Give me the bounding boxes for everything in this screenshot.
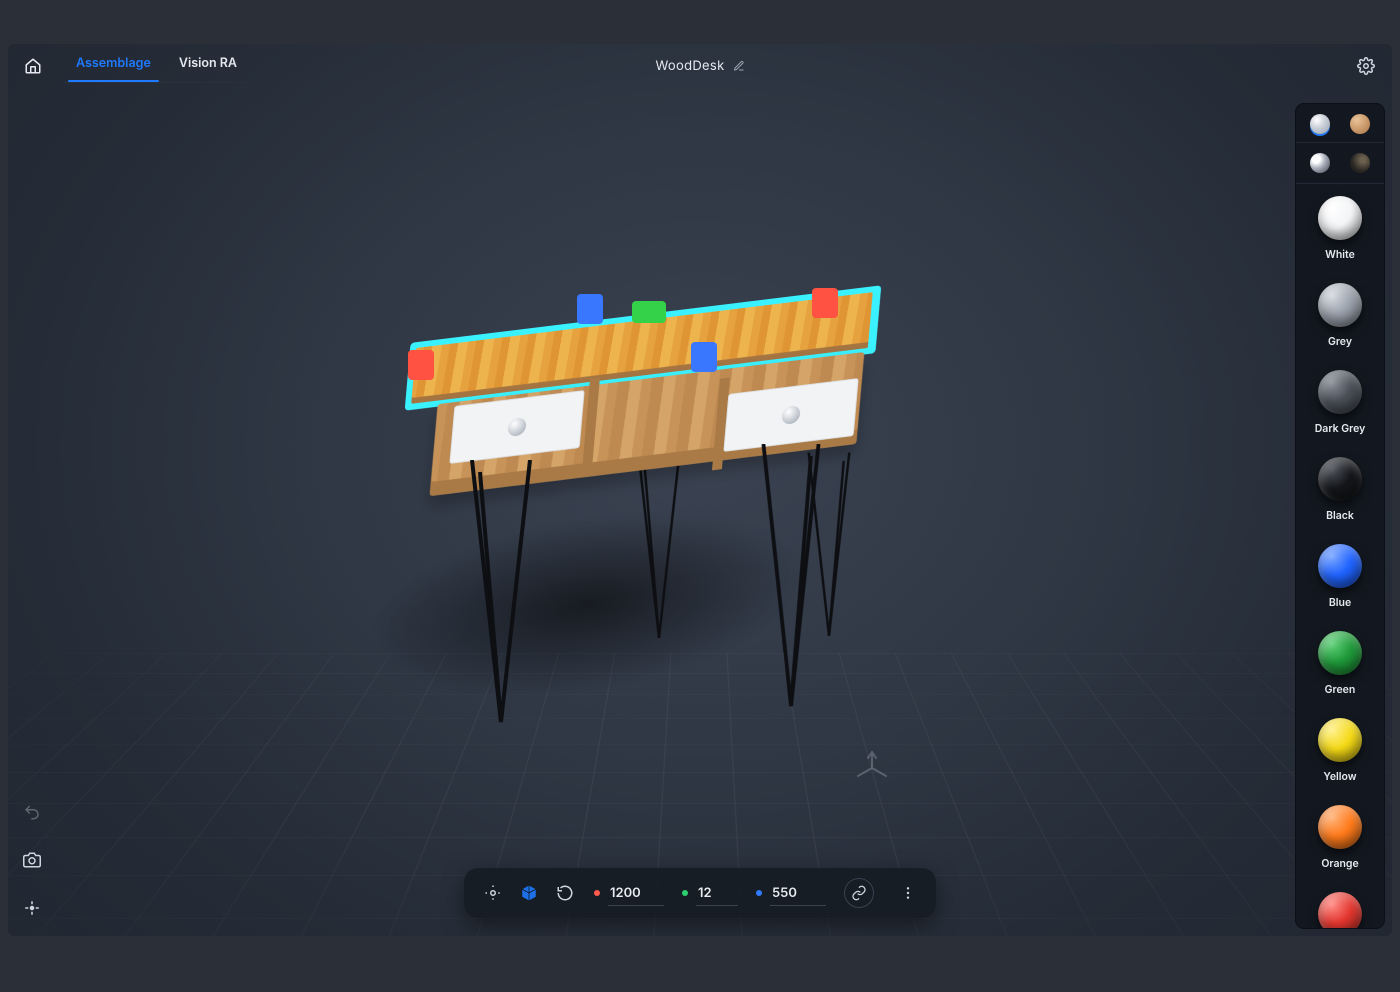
material-swatch[interactable]: Blue [1318,544,1362,609]
reset-rotation-icon [556,884,574,902]
material-swatch-label: Blue [1329,596,1351,609]
tab-assemblage[interactable]: Assemblage [62,50,165,81]
material-swatch-label: White [1325,248,1355,261]
move-mode-button[interactable] [482,882,504,904]
material-swatch-label: Yellow [1323,770,1356,783]
material-finish-tabs [1296,143,1384,184]
dimension-x-input[interactable] [608,881,664,906]
desk-drawer [449,390,584,464]
more-vert-icon [900,885,916,901]
undo-button[interactable] [18,798,46,826]
finish-tab-gloss[interactable] [1310,153,1330,173]
recenter-button[interactable] [18,894,46,922]
desk-leg [806,453,852,642]
material-swatch[interactable]: Red [1318,892,1362,928]
material-sphere-icon [1318,283,1362,327]
axis-dot-y [682,890,688,896]
desk-leg [636,455,682,644]
dimension-y-input[interactable] [696,881,738,906]
dimension-y-field [682,881,738,906]
home-icon [24,57,42,75]
transform-mode-icons [482,882,576,904]
object-desk [408,294,878,714]
selection-outline [405,285,882,410]
material-tab-wood[interactable] [1350,114,1370,134]
material-swatch-list[interactable]: White Grey Dark Grey Black Blue Green Yellow Or… [1296,184,1384,928]
material-tab-solid[interactable] [1310,114,1330,134]
material-sphere-icon [1318,457,1362,501]
gizmo-handle-y[interactable] [632,301,666,323]
left-tool-stack [18,798,46,922]
material-swatch[interactable]: Grey [1318,283,1362,348]
material-swatch[interactable]: White [1318,196,1362,261]
move-gizmo-icon [484,884,502,902]
tab-label: Assemblage [76,56,151,71]
recenter-icon [23,899,41,917]
desk-body [430,352,865,496]
link-lock-icon [851,885,867,901]
material-swatch-label: Grey [1328,335,1352,348]
material-swatch-label: Green [1325,683,1356,696]
desk-drawer [723,378,858,452]
material-swatch[interactable]: Orange [1318,805,1362,870]
link-dimensions-button[interactable] [844,878,874,908]
material-swatch-label: Black [1326,509,1354,522]
material-sphere-icon [1318,892,1362,928]
material-sphere-icon [1318,805,1362,849]
material-swatch[interactable]: Green [1318,631,1362,696]
material-sphere-icon [1318,544,1362,588]
gizmo-handle-x[interactable] [408,350,434,380]
material-swatch-label: Dark Grey [1315,422,1366,435]
tab-label: Vision RA [179,56,237,71]
gizmo-handle-z[interactable] [577,294,603,324]
material-sphere-icon [1318,370,1362,414]
mode-tabs: Assemblage Vision RA [62,49,251,83]
transform-more-button[interactable] [898,879,918,907]
material-sphere-icon [1318,631,1362,675]
material-category-tabs [1296,104,1384,143]
settings-button[interactable] [1354,54,1378,78]
app-frame: Assemblage Vision RA WoodDesk [8,44,1392,936]
finish-tab-matte[interactable] [1350,153,1370,173]
material-swatch[interactable]: Black [1318,457,1362,522]
material-sphere-icon [1318,196,1362,240]
drawer-knob [781,405,801,425]
desk-divider [582,377,600,470]
material-swatch[interactable]: Dark Grey [1315,370,1366,435]
document-title[interactable]: WoodDesk [655,58,724,74]
gizmo-handle-z[interactable] [691,342,717,372]
screenshot-button[interactable] [18,846,46,874]
dimension-z-input[interactable] [770,881,826,906]
dimension-x-field [594,881,664,906]
undo-icon [23,803,41,821]
material-sphere-icon [1318,718,1362,762]
transform-bar [464,868,936,918]
desk-divider [712,377,730,470]
axis-dot-z [756,890,762,896]
material-swatch-label: Orange [1321,857,1358,870]
material-swatch[interactable]: Yellow [1318,718,1362,783]
drawer-knob [507,417,527,437]
reset-rotation-button[interactable] [554,882,576,904]
scale-mode-button[interactable] [518,882,540,904]
tab-visionra[interactable]: Vision RA [165,50,251,81]
gear-icon [1357,57,1375,75]
home-button[interactable] [22,55,44,77]
edit-pen-icon[interactable] [733,60,745,72]
axis-dot-x [594,890,600,896]
desk-top [411,292,873,404]
dimension-z-field [756,881,826,906]
cube-icon [520,884,538,902]
gizmo-handle-x[interactable] [812,288,838,318]
material-panel: White Grey Dark Grey Black Blue Green Yellow Or… [1296,104,1384,928]
camera-icon [23,851,41,869]
